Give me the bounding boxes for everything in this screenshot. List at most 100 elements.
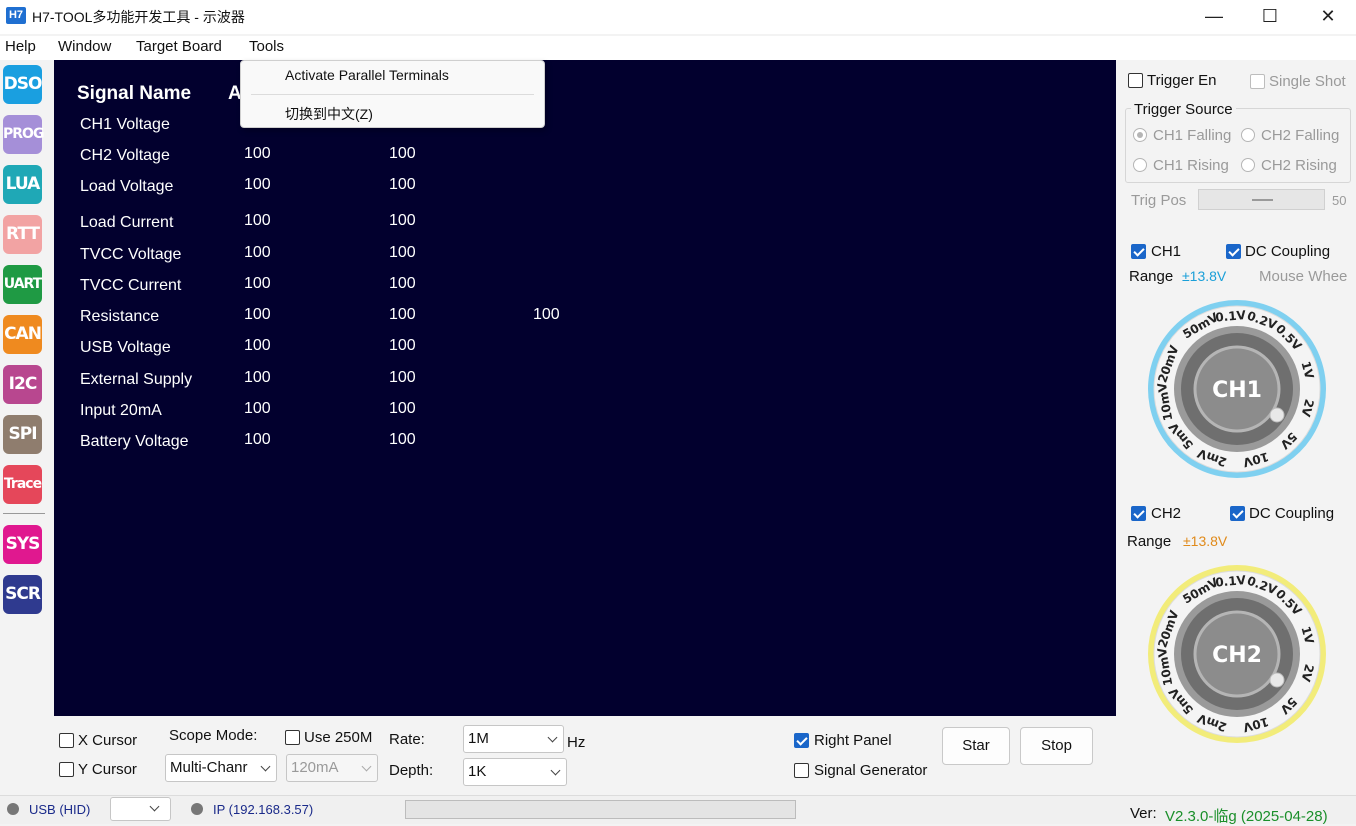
sidebar-can-button[interactable]: CAN — [3, 315, 42, 354]
sidebar-scr-button[interactable]: SCR — [3, 575, 42, 614]
sidebar-uart-button[interactable]: UART — [3, 265, 42, 304]
x-cursor-checkbox[interactable] — [59, 733, 74, 748]
ch2-range-knob[interactable]: CH250mV0.1V0.2V0.5V1V2V5V10V2mV5mV10mV20… — [1145, 562, 1329, 746]
device-select[interactable] — [110, 797, 171, 821]
signal-name-cell: TVCC Current — [80, 277, 182, 294]
close-button[interactable]: ✕ — [1299, 0, 1356, 34]
ch1-enable-checkbox[interactable] — [1131, 244, 1146, 259]
menu-item-switch-chinese[interactable]: 切换到中文(Z) — [285, 104, 373, 124]
sidebar-i2c-button[interactable]: I2C — [3, 365, 42, 404]
start-button[interactable]: Star — [942, 727, 1010, 765]
ch2-label: CH2 — [1151, 505, 1182, 522]
signal-name-cell: Battery Voltage — [80, 433, 189, 450]
ch1-knob-tick-label: 0.1V — [1215, 308, 1247, 325]
signal-name-cell: Resistance — [80, 308, 160, 325]
signal-name-cell: CH2 Voltage — [80, 147, 170, 164]
sidebar-rtt-button[interactable]: RTT — [3, 215, 42, 254]
sidebar-dso-button[interactable]: DSO — [3, 65, 42, 104]
signal-generator-checkbox[interactable] — [794, 763, 809, 778]
ch2-range-value: ±13.8V — [1183, 533, 1228, 549]
trigger-en-label: Trigger En — [1147, 72, 1217, 89]
current-value: 120mA — [291, 759, 339, 776]
value-cell: 100 — [244, 275, 271, 292]
value-cell: 100 — [389, 400, 416, 417]
progress-bar — [405, 800, 796, 819]
ch1-rising-label: CH1 Rising — [1153, 157, 1229, 174]
rate-value: 1M — [468, 730, 489, 747]
ch2-falling-radio[interactable] — [1241, 128, 1255, 142]
value-cell: 100 — [533, 306, 560, 323]
scope-mode-label: Scope Mode: — [169, 727, 258, 744]
tools-dropdown-menu: Activate Parallel Terminals 切换到中文(Z) — [240, 60, 545, 128]
trigger-en-checkbox[interactable] — [1128, 73, 1143, 88]
signal-name-cell: Input 20mA — [80, 402, 162, 419]
ch1-range-knob[interactable]: CH150mV0.1V0.2V0.5V1V2V5V10V2mV5mV10mV20… — [1145, 297, 1329, 481]
ch2-rising-radio[interactable] — [1241, 158, 1255, 172]
value-cell: 100 — [244, 431, 271, 448]
ch2-knob-label: CH2 — [1212, 643, 1262, 668]
signal-name-cell: CH1 Voltage — [80, 116, 170, 133]
header-signal-name: Signal Name — [77, 83, 192, 104]
right-panel-checkbox[interactable] — [794, 733, 809, 748]
value-cell: 100 — [389, 275, 416, 292]
value-cell: 100 — [244, 212, 271, 229]
menu-tools[interactable]: Tools — [249, 38, 284, 55]
ch2-falling-label: CH2 Falling — [1261, 127, 1340, 144]
ip-status-icon — [191, 803, 203, 815]
maximize-button[interactable]: ☐ — [1241, 0, 1299, 34]
signal-name-cell: USB Voltage — [80, 339, 171, 356]
signal-name-cell: Load Voltage — [80, 178, 174, 195]
value-cell: 100 — [389, 306, 416, 323]
value-cell: 100 — [389, 145, 416, 162]
scope-mode-value: Multi-Chanr — [170, 759, 248, 776]
trigger-source-label: Trigger Source — [1131, 101, 1236, 118]
ch2-range-label: Range — [1127, 533, 1172, 550]
menu-separator — [251, 94, 534, 95]
ch2-rising-label: CH2 Rising — [1261, 157, 1337, 174]
single-shot-checkbox[interactable] — [1250, 74, 1265, 89]
value-cell: 100 — [244, 400, 271, 417]
ch1-range-label: Range — [1129, 268, 1174, 285]
use-250m-checkbox[interactable] — [285, 730, 300, 745]
sidebar-spi-button[interactable]: SPI — [3, 415, 42, 454]
ch2-knob-indicator — [1269, 672, 1285, 688]
ch1-dc-coupling-label: DC Coupling — [1245, 243, 1331, 260]
menu-target-board[interactable]: Target Board — [136, 38, 222, 55]
sidebar-prog-button[interactable]: PROG — [3, 115, 44, 154]
right-panel-label: Right Panel — [814, 732, 892, 749]
signal-generator-label: Signal Generator — [814, 762, 928, 779]
menu-item-activate-parallel[interactable]: Activate Parallel Terminals — [285, 67, 449, 83]
menu-help[interactable]: Help — [5, 38, 36, 55]
sidebar-trace-button[interactable]: Trace — [3, 465, 42, 504]
value-cell: 100 — [389, 431, 416, 448]
usb-status-icon — [7, 803, 19, 815]
trig-pos-value: 50 — [1332, 193, 1347, 208]
menu-window[interactable]: Window — [58, 38, 111, 55]
use-250m-label: Use 250M — [304, 729, 373, 746]
ch2-enable-checkbox[interactable] — [1131, 506, 1146, 521]
stop-button[interactable]: Stop — [1020, 727, 1093, 765]
minimize-button[interactable]: — — [1185, 0, 1243, 34]
ch1-knob-indicator — [1269, 407, 1285, 423]
ch2-dc-coupling-checkbox[interactable] — [1230, 506, 1245, 521]
usb-status-text: USB (HID) — [29, 802, 91, 817]
sidebar-sys-button[interactable]: SYS — [3, 525, 42, 564]
value-cell: 100 — [244, 306, 271, 323]
ch1-falling-radio[interactable] — [1133, 128, 1147, 142]
value-cell: 100 — [389, 176, 416, 193]
ch1-label: CH1 — [1151, 243, 1182, 260]
ch2-dc-coupling-label: DC Coupling — [1249, 505, 1335, 522]
measurement-panel — [54, 60, 1116, 716]
value-cell: 100 — [244, 337, 271, 354]
ch1-rising-radio[interactable] — [1133, 158, 1147, 172]
y-cursor-checkbox[interactable] — [59, 762, 74, 777]
ch1-dc-coupling-checkbox[interactable] — [1226, 244, 1241, 259]
trig-pos-slider-thumb[interactable] — [1252, 199, 1273, 201]
depth-value: 1K — [468, 763, 487, 780]
window-title: H7-TOOL多功能开发工具 - 示波器 — [32, 9, 245, 25]
value-cell: 100 — [244, 369, 271, 386]
signal-name-cell: TVCC Voltage — [80, 246, 182, 263]
version-value: V2.3.0-临g (2025-04-28) — [1165, 808, 1328, 825]
sidebar-lua-button[interactable]: LUA — [3, 165, 42, 204]
scope-mode-select[interactable]: Multi-Chanr — [165, 754, 277, 782]
